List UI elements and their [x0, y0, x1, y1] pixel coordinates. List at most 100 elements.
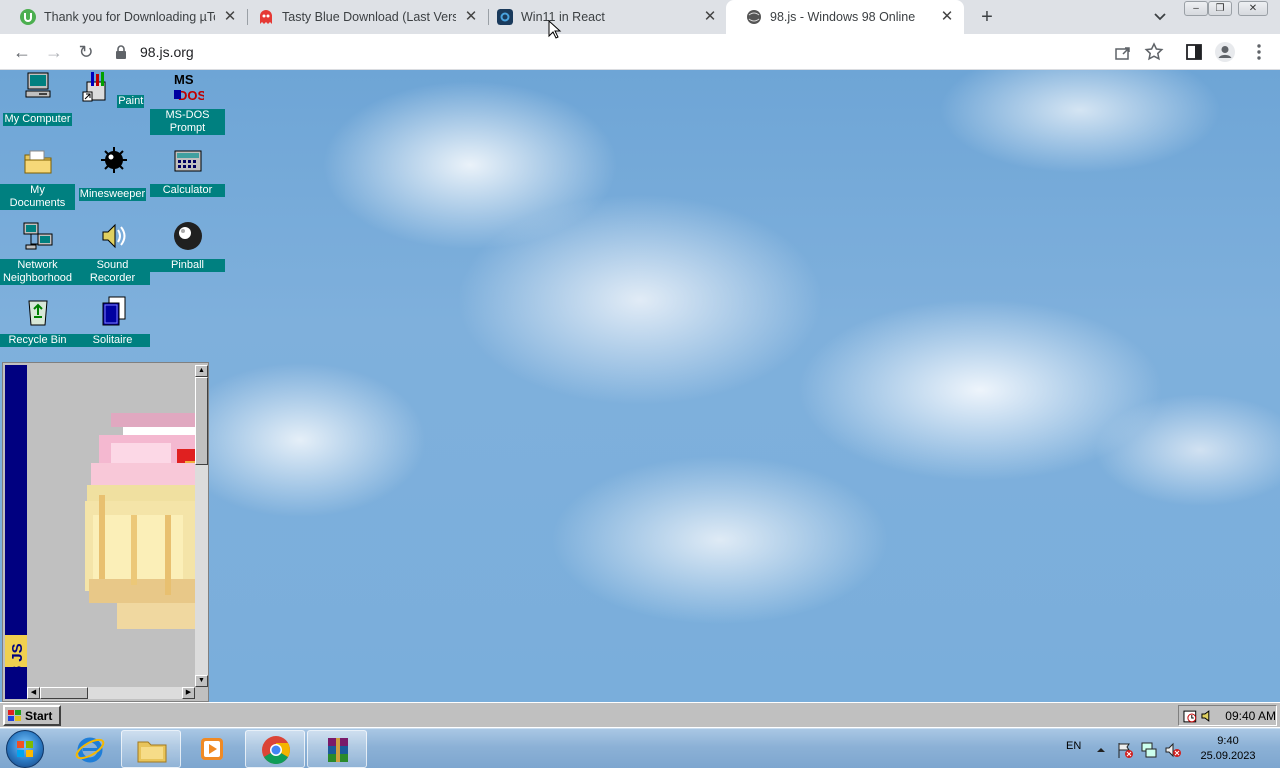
language-indicator[interactable]: EN [1066, 740, 1081, 752]
taskbar-file-explorer[interactable] [121, 730, 181, 768]
tab-98js[interactable]: 98.js - Windows 98 Online ✕ [726, 0, 964, 34]
vertical-scrollbar[interactable]: ▲ ▼ [195, 365, 208, 687]
action-center-flag-icon[interactable] [1116, 741, 1134, 759]
svg-text:DOS: DOS [178, 88, 204, 102]
my-computer-icon [25, 72, 50, 98]
windows7-taskbar: EN 9:40 25.09.2023 [0, 728, 1280, 768]
windows-start-orb-icon[interactable] [6, 730, 44, 768]
desktop-icon-label: Sound Recorder [75, 259, 150, 285]
desktop-icon-my-computer[interactable]: My Computer [0, 70, 75, 127]
scroll-thumb[interactable] [195, 377, 208, 465]
desktop-icon-label: Minesweeper [78, 188, 147, 201]
taskbar-media-player[interactable] [182, 730, 242, 768]
win98-clock[interactable]: 09:40 AM [1225, 709, 1276, 723]
desktop-icon-label: Pinball [150, 259, 225, 272]
win98-desktop[interactable]: My Computer Paint MS DOS MS-DOS Prompt My… [0, 70, 1280, 702]
desktop-icon-label: Network Neighborhood [0, 259, 75, 285]
window-minimize-button[interactable]: – [1184, 1, 1208, 16]
splash-artwork [27, 365, 195, 687]
scroll-right-icon[interactable]: ▶ [182, 687, 195, 699]
side-panel-icon[interactable] [1183, 41, 1205, 63]
minesweeper-icon [100, 147, 127, 173]
lock-icon[interactable] [114, 45, 128, 59]
taskbar-chrome[interactable] [245, 730, 305, 768]
98js-favicon [747, 10, 761, 24]
scroll-left-icon[interactable]: ◀ [27, 687, 40, 699]
desktop-icon-minesweeper[interactable]: Minesweeper [75, 145, 150, 202]
share-icon[interactable] [1112, 41, 1134, 63]
desktop-icon-paint[interactable]: Paint [75, 70, 150, 109]
tab-search-chevron-icon[interactable] [1150, 8, 1170, 26]
98js-banner: 98 JS [5, 365, 27, 699]
new-tab-button[interactable]: + [976, 6, 998, 28]
ghost-favicon [260, 10, 272, 24]
taskbar-internet-explorer[interactable] [60, 730, 120, 768]
show-hidden-icons-icon[interactable] [1096, 745, 1106, 755]
tab-title: Tasty Blue Download (Last Versio [282, 10, 456, 24]
winrar-icon [328, 738, 348, 762]
desktop-icon-label: MS-DOS Prompt [150, 109, 225, 135]
svg-text:MS: MS [174, 72, 194, 87]
tab-utorrent[interactable]: Thank you for Downloading µTor ✕ [0, 0, 247, 34]
scheduler-icon[interactable] [1183, 708, 1199, 724]
folder-icon [137, 741, 167, 763]
reload-button[interactable]: ↻ [74, 40, 98, 64]
network-status-icon[interactable] [1140, 741, 1158, 759]
tab-tasty-blue[interactable]: Tasty Blue Download (Last Versio ✕ [238, 0, 488, 34]
desktop-icon-calculator[interactable]: Calculator [150, 145, 225, 197]
desktop-icon-label: Paint [117, 95, 145, 108]
bookmark-star-icon[interactable] [1143, 41, 1165, 63]
desktop-icon-label: My Computer [3, 113, 72, 126]
desktop-icon-my-documents[interactable]: My Documents [0, 145, 75, 211]
scroll-down-icon[interactable]: ▼ [195, 675, 208, 687]
window-restore-button[interactable]: ❐ [1208, 1, 1232, 16]
profile-avatar-icon[interactable] [1214, 41, 1236, 63]
tab-close-icon[interactable]: ✕ [938, 8, 956, 26]
volume-icon[interactable] [1200, 708, 1216, 724]
internet-explorer-icon [75, 737, 105, 763]
cupcake-pixel-art-icon [85, 413, 195, 629]
98js-splash-window[interactable]: 98 JS ▲ ▼ ◀ ▶ [2, 362, 209, 702]
desktop-icon-ms-dos[interactable]: MS DOS MS-DOS Prompt [150, 70, 225, 135]
desktop-icon-network[interactable]: Network Neighborhood [0, 220, 75, 285]
network-icon [23, 222, 52, 250]
win11-favicon [497, 9, 513, 25]
win98-system-tray: 09:40 AM [1178, 705, 1277, 726]
scroll-up-icon[interactable]: ▲ [195, 365, 208, 377]
clock-date: 25.09.2023 [1200, 750, 1256, 762]
address-bar[interactable]: 98.js.org [108, 38, 1172, 66]
solitaire-icon [102, 296, 125, 326]
ms-dos-icon: MSDOS [173, 72, 206, 103]
kebab-menu-icon[interactable] [1248, 41, 1270, 63]
pinball-icon [173, 222, 202, 250]
svg-text:98 JS: 98 JS [9, 643, 26, 682]
scroll-thumb[interactable] [40, 687, 88, 699]
paint-icon [82, 72, 106, 102]
desktop-icon-recycle-bin[interactable]: Recycle Bin [0, 295, 75, 347]
calculator-icon [174, 150, 201, 172]
tab-win11-react[interactable]: Win11 in React ✕ [477, 0, 727, 34]
mouse-cursor-icon [548, 20, 562, 39]
desktop-icon-solitaire[interactable]: Solitaire [75, 295, 150, 347]
sound-recorder-icon [102, 223, 125, 249]
desktop-icon-pinball[interactable]: Pinball [150, 220, 225, 272]
desktop-icon-label: Solitaire [75, 334, 150, 347]
desktop-icon-label: Recycle Bin [0, 334, 75, 347]
tab-close-icon[interactable]: ✕ [221, 8, 239, 26]
horizontal-scrollbar[interactable]: ◀ ▶ [27, 687, 195, 699]
taskbar-winrar[interactable] [307, 730, 367, 768]
back-button[interactable]: ← [10, 40, 34, 64]
window-close-button[interactable]: ✕ [1238, 1, 1268, 16]
browser-toolbar: ← → ↻ 98.js.org [0, 34, 1280, 70]
tab-close-icon[interactable]: ✕ [701, 8, 719, 26]
start-button[interactable]: Start [3, 705, 61, 726]
tab-title: 98.js - Windows 98 Online [770, 10, 916, 24]
forward-button[interactable]: → [42, 40, 66, 64]
desktop-icon-sound-recorder[interactable]: Sound Recorder [75, 220, 150, 285]
volume-muted-icon[interactable] [1164, 741, 1182, 759]
desktop-icon-label: My Documents [0, 184, 75, 210]
my-documents-icon [24, 150, 51, 174]
tab-title: Thank you for Downloading µTor [44, 10, 215, 24]
tab-strip: Thank you for Downloading µTor ✕ Tasty B… [0, 0, 1280, 34]
win7-clock[interactable]: 9:40 25.09.2023 [1190, 734, 1266, 764]
